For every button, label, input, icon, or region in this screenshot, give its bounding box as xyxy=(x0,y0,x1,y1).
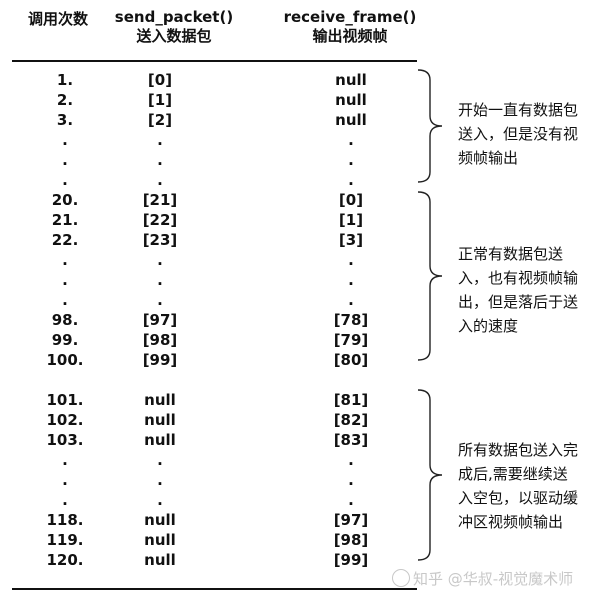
note-phase-3: 所有数据包送入完成后,需要继续送入空包，以驱动缓冲区视频帧输出 xyxy=(458,441,579,531)
zhihu-logo-icon xyxy=(392,569,410,587)
note-phase-2: 正常有数据包送入，也有视频帧输出，但是落后于送入的速度 xyxy=(458,245,579,335)
brace-phase-2 xyxy=(417,191,443,361)
brace-phase-1 xyxy=(417,69,443,183)
note-phase-1: 开始一直有数据包送入，但是没有视频帧输出 xyxy=(458,101,579,167)
watermark: 知乎 @华叔-视觉魔术师 xyxy=(392,568,592,589)
brace-phase-3 xyxy=(417,389,443,561)
watermark-text: 知乎 @华叔-视觉魔术师 xyxy=(413,570,574,588)
